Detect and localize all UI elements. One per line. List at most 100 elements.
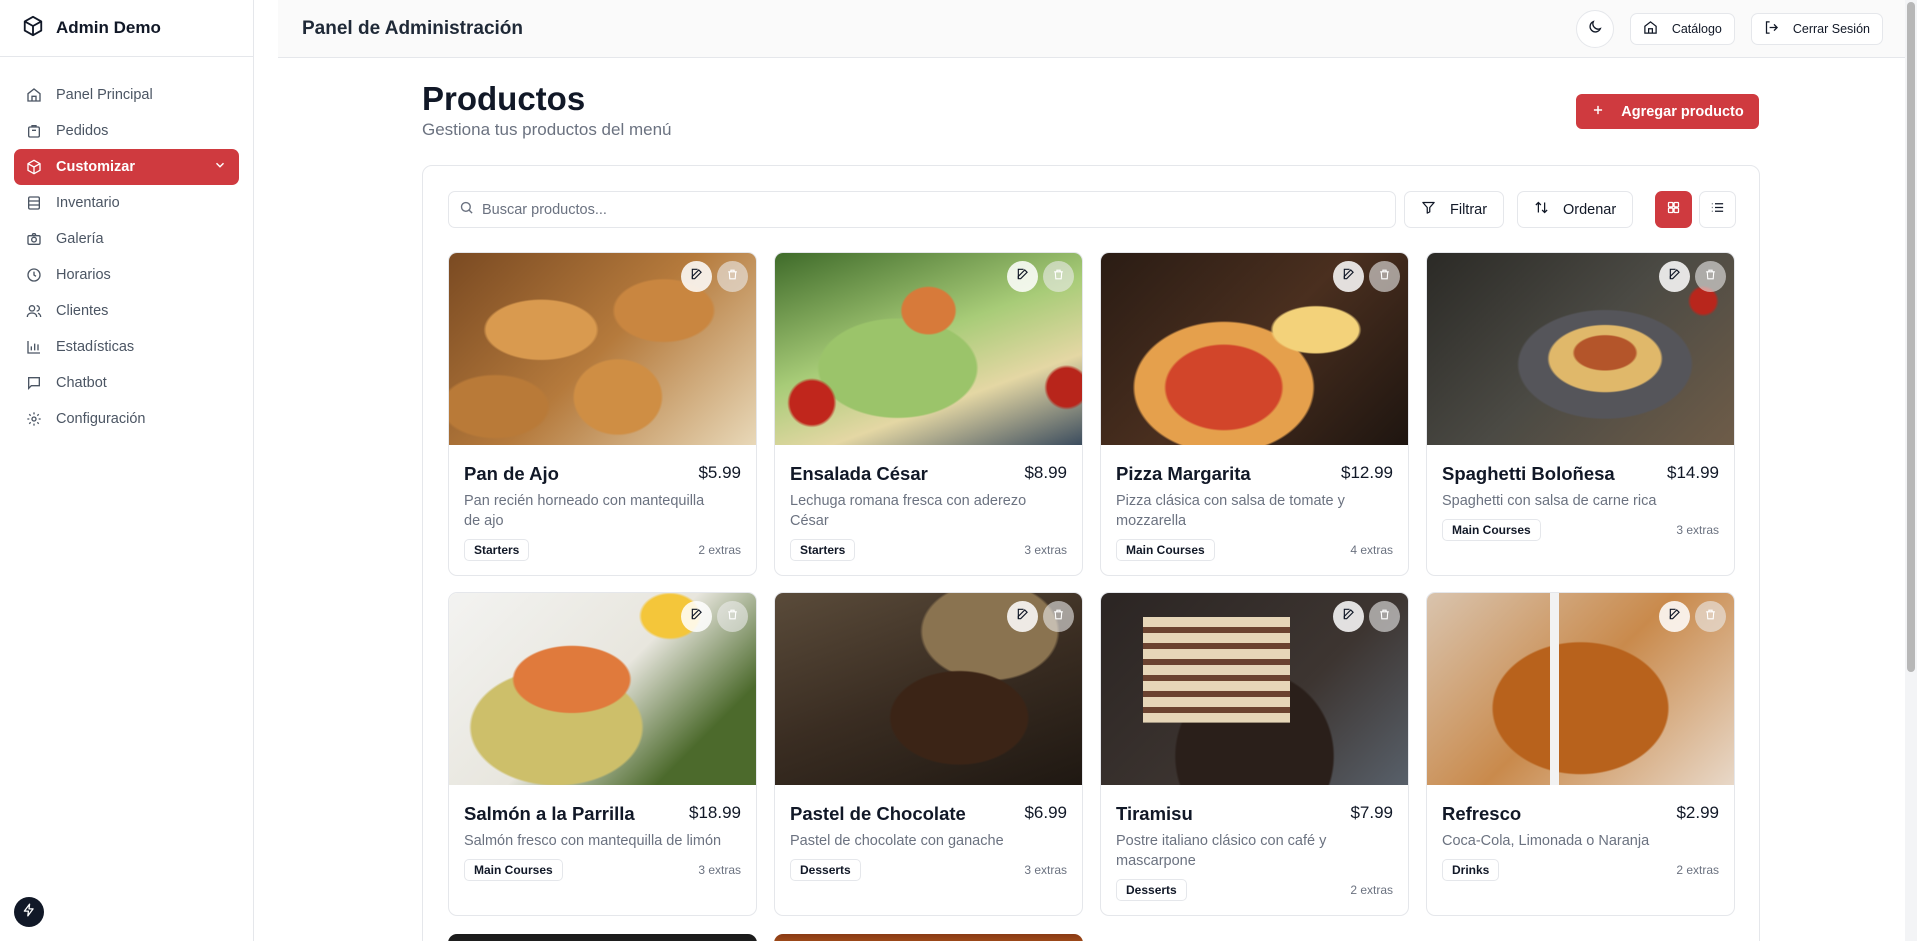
sidebar-item-galeria[interactable]: Galería xyxy=(14,221,239,257)
edit-button[interactable] xyxy=(681,261,712,292)
list-view-button[interactable] xyxy=(1699,191,1736,228)
delete-button[interactable] xyxy=(717,261,748,292)
sidebar-item-estadisticas[interactable]: Estadísticas xyxy=(14,329,239,365)
add-product-button[interactable]: Agregar producto xyxy=(1576,94,1759,129)
product-card[interactable]: Spaghetti Boloñesa $14.99 Spaghetti con … xyxy=(1426,252,1735,576)
delete-button[interactable] xyxy=(1695,261,1726,292)
edit-button[interactable] xyxy=(1333,601,1364,632)
card-footer: Desserts 3 extras xyxy=(790,859,1067,881)
product-price: $12.99 xyxy=(1341,463,1393,482)
bag-icon xyxy=(26,123,42,139)
scroll-thumb[interactable] xyxy=(1907,2,1915,672)
edit-button[interactable] xyxy=(1333,261,1364,292)
product-card[interactable]: Salmón a la Parrilla $18.99 Salmón fresc… xyxy=(448,592,757,916)
theme-toggle-button[interactable] xyxy=(1575,9,1614,48)
card-footer: Starters 2 extras xyxy=(464,539,741,561)
product-card-partial[interactable] xyxy=(448,934,757,941)
filter-label: Filtrar xyxy=(1450,201,1488,218)
sidebar-item-horarios[interactable]: Horarios xyxy=(14,257,239,293)
chevron-down-icon xyxy=(213,158,227,176)
delete-button[interactable] xyxy=(1695,601,1726,632)
card-actions xyxy=(1659,601,1726,632)
delete-button[interactable] xyxy=(717,601,748,632)
product-description: Lechuga romana fresca con aderezo César xyxy=(790,493,1027,529)
products-panel: Filtrar Ordenar Pan de Ajo $5.99 Pan rec… xyxy=(422,165,1760,941)
extras-count: 3 extras xyxy=(1024,863,1067,877)
sidebar-item-inventario[interactable]: Inventario xyxy=(14,185,239,221)
sidebar-item-label: Galería xyxy=(56,231,104,247)
search-box[interactable] xyxy=(448,191,1396,228)
delete-button[interactable] xyxy=(1043,601,1074,632)
bolt-icon xyxy=(22,903,36,922)
product-card[interactable]: Pizza Margarita $12.99 Pizza clásica con… xyxy=(1100,252,1409,576)
product-image xyxy=(775,253,1082,445)
edit-button[interactable] xyxy=(1659,261,1690,292)
sidebar-item-configuracion[interactable]: Configuración xyxy=(14,401,239,437)
product-price: $5.99 xyxy=(698,463,741,482)
card-body: Tiramisu $7.99 Postre italiano clásico c… xyxy=(1101,785,1408,915)
trash-icon xyxy=(1378,608,1391,626)
brand-name: Admin Demo xyxy=(56,18,161,37)
card-actions xyxy=(1007,261,1074,292)
delete-button[interactable] xyxy=(1043,261,1074,292)
search-input[interactable] xyxy=(482,201,1382,218)
card-actions xyxy=(1659,261,1726,292)
page-scrollbar[interactable] xyxy=(1905,0,1917,941)
edit-button[interactable] xyxy=(1659,601,1690,632)
edit-icon xyxy=(1668,267,1682,286)
category-badge: Starters xyxy=(790,539,856,561)
users-icon xyxy=(26,303,42,319)
card-actions xyxy=(681,261,748,292)
search-icon xyxy=(459,200,474,220)
card-footer: Desserts 2 extras xyxy=(1116,879,1393,901)
sidebar-nav: Panel Principal Pedidos Customizar Inven… xyxy=(0,57,253,457)
delete-button[interactable] xyxy=(1369,601,1400,632)
product-card-partial[interactable] xyxy=(774,934,1083,941)
edit-icon xyxy=(1668,607,1682,626)
edit-button[interactable] xyxy=(1007,601,1038,632)
sidebar-item-chatbot[interactable]: Chatbot xyxy=(14,365,239,401)
product-image xyxy=(1101,593,1408,785)
sidebar-item-panel-principal[interactable]: Panel Principal xyxy=(14,77,239,113)
product-card[interactable]: Pan de Ajo $5.99 Pan recién horneado con… xyxy=(448,252,757,576)
database-icon xyxy=(26,195,42,211)
edit-icon xyxy=(1342,607,1356,626)
brand[interactable]: Admin Demo xyxy=(0,0,253,57)
gear-icon xyxy=(26,411,42,427)
card-body: Pastel de Chocolate $6.99 Pastel de choc… xyxy=(775,785,1082,896)
sidebar-item-pedidos[interactable]: Pedidos xyxy=(14,113,239,149)
category-badge: Main Courses xyxy=(1442,519,1541,541)
edit-button[interactable] xyxy=(681,601,712,632)
extras-count: 2 extras xyxy=(1350,883,1393,897)
product-card[interactable]: Refresco $2.99 Coca-Cola, Limonada o Nar… xyxy=(1426,592,1735,916)
extras-count: 4 extras xyxy=(1350,543,1393,557)
product-card[interactable]: Tiramisu $7.99 Postre italiano clásico c… xyxy=(1100,592,1409,916)
clock-icon xyxy=(26,267,42,283)
sidebar-item-clientes[interactable]: Clientes xyxy=(14,293,239,329)
product-price: $8.99 xyxy=(1024,463,1067,482)
card-footer: Main Courses 3 extras xyxy=(1442,519,1719,541)
add-product-label: Agregar producto xyxy=(1621,103,1744,120)
sort-icon xyxy=(1534,200,1549,219)
grid-view-button[interactable] xyxy=(1655,191,1692,228)
product-card[interactable]: Ensalada César $8.99 Lechuga romana fres… xyxy=(774,252,1083,576)
edit-button[interactable] xyxy=(1007,261,1038,292)
product-card[interactable]: Pastel de Chocolate $6.99 Pastel de choc… xyxy=(774,592,1083,916)
sort-button[interactable]: Ordenar xyxy=(1517,191,1634,228)
delete-button[interactable] xyxy=(1369,261,1400,292)
sidebar-item-customizar[interactable]: Customizar xyxy=(14,149,239,185)
page-title: Productos xyxy=(422,80,586,117)
trash-icon xyxy=(726,608,739,626)
catalog-button[interactable]: Catálogo xyxy=(1629,12,1735,45)
card-body: Pizza Margarita $12.99 Pizza clásica con… xyxy=(1101,445,1408,575)
extras-count: 2 extras xyxy=(1676,863,1719,877)
sort-label: Ordenar xyxy=(1563,201,1617,218)
filter-button[interactable]: Filtrar xyxy=(1404,191,1505,228)
sidebar-item-label: Pedidos xyxy=(56,123,109,139)
quick-action-button[interactable] xyxy=(14,897,44,927)
product-description: Salmón fresco con mantequilla de limón xyxy=(464,833,722,849)
trash-icon xyxy=(1704,608,1717,626)
sidebar-item-label: Inventario xyxy=(56,195,120,211)
extras-count: 2 extras xyxy=(698,543,741,557)
logout-button[interactable]: Cerrar Sesión xyxy=(1750,12,1883,45)
